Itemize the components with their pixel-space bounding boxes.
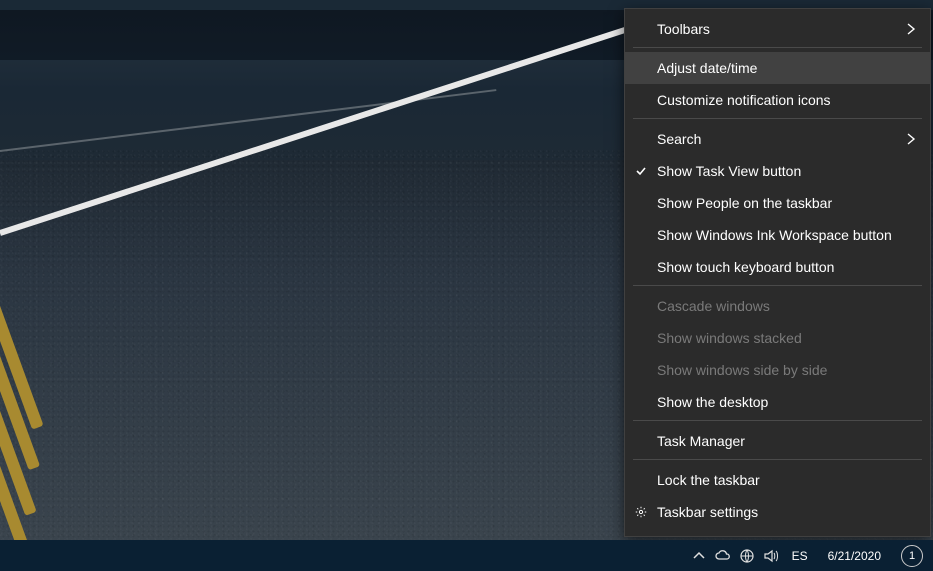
action-center-icon[interactable]: 1 — [901, 545, 923, 567]
taskbar-date[interactable]: 6/21/2020 — [820, 549, 889, 563]
menu-item-show-windows-stacked: Show windows stacked — [625, 322, 930, 354]
menu-item-label: Show Task View button — [657, 163, 918, 179]
menu-item-show-ink-workspace[interactable]: Show Windows Ink Workspace button — [625, 219, 930, 251]
menu-item-label: Search — [657, 131, 904, 147]
menu-item-label: Adjust date/time — [657, 60, 918, 76]
menu-item-toolbars[interactable]: Toolbars — [625, 13, 930, 45]
menu-item-task-manager[interactable]: Task Manager — [625, 425, 930, 457]
menu-item-label: Taskbar settings — [657, 504, 918, 520]
gear-icon — [633, 506, 649, 518]
notification-count: 1 — [909, 550, 915, 562]
taskbar[interactable]: ES 6/21/2020 1 — [0, 540, 933, 571]
menu-item-show-desktop[interactable]: Show the desktop — [625, 386, 930, 418]
menu-item-taskbar-settings[interactable]: Taskbar settings — [625, 496, 930, 528]
menu-item-show-people[interactable]: Show People on the taskbar — [625, 187, 930, 219]
menu-item-label: Show touch keyboard button — [657, 259, 918, 275]
menu-item-label: Cascade windows — [657, 298, 918, 314]
volume-icon[interactable] — [762, 547, 780, 565]
menu-item-customize-notification-icons[interactable]: Customize notification icons — [625, 84, 930, 116]
menu-item-label: Toolbars — [657, 21, 904, 37]
menu-item-show-touch-keyboard[interactable]: Show touch keyboard button — [625, 251, 930, 283]
menu-item-label: Show Windows Ink Workspace button — [657, 227, 918, 243]
menu-item-label: Show windows stacked — [657, 330, 918, 346]
checkmark-icon — [633, 165, 649, 177]
chevron-right-icon — [904, 133, 918, 145]
chevron-right-icon — [904, 23, 918, 35]
menu-item-show-task-view[interactable]: Show Task View button — [625, 155, 930, 187]
system-tray: ES 6/21/2020 1 — [690, 545, 929, 567]
taskbar-context-menu: Toolbars Adjust date/time Customize noti… — [624, 8, 931, 537]
menu-item-label: Customize notification icons — [657, 92, 918, 108]
menu-item-label: Show People on the taskbar — [657, 195, 918, 211]
menu-item-search[interactable]: Search — [625, 123, 930, 155]
network-icon[interactable] — [738, 547, 756, 565]
menu-item-label: Task Manager — [657, 433, 918, 449]
menu-item-lock-taskbar[interactable]: Lock the taskbar — [625, 464, 930, 496]
menu-item-label: Show windows side by side — [657, 362, 918, 378]
language-indicator[interactable]: ES — [786, 549, 814, 563]
menu-item-cascade-windows: Cascade windows — [625, 290, 930, 322]
menu-item-show-windows-side-by-side: Show windows side by side — [625, 354, 930, 386]
menu-item-adjust-datetime[interactable]: Adjust date/time — [625, 52, 930, 84]
menu-item-label: Show the desktop — [657, 394, 918, 410]
tray-overflow-icon[interactable] — [690, 547, 708, 565]
onedrive-icon[interactable] — [714, 547, 732, 565]
menu-item-label: Lock the taskbar — [657, 472, 918, 488]
